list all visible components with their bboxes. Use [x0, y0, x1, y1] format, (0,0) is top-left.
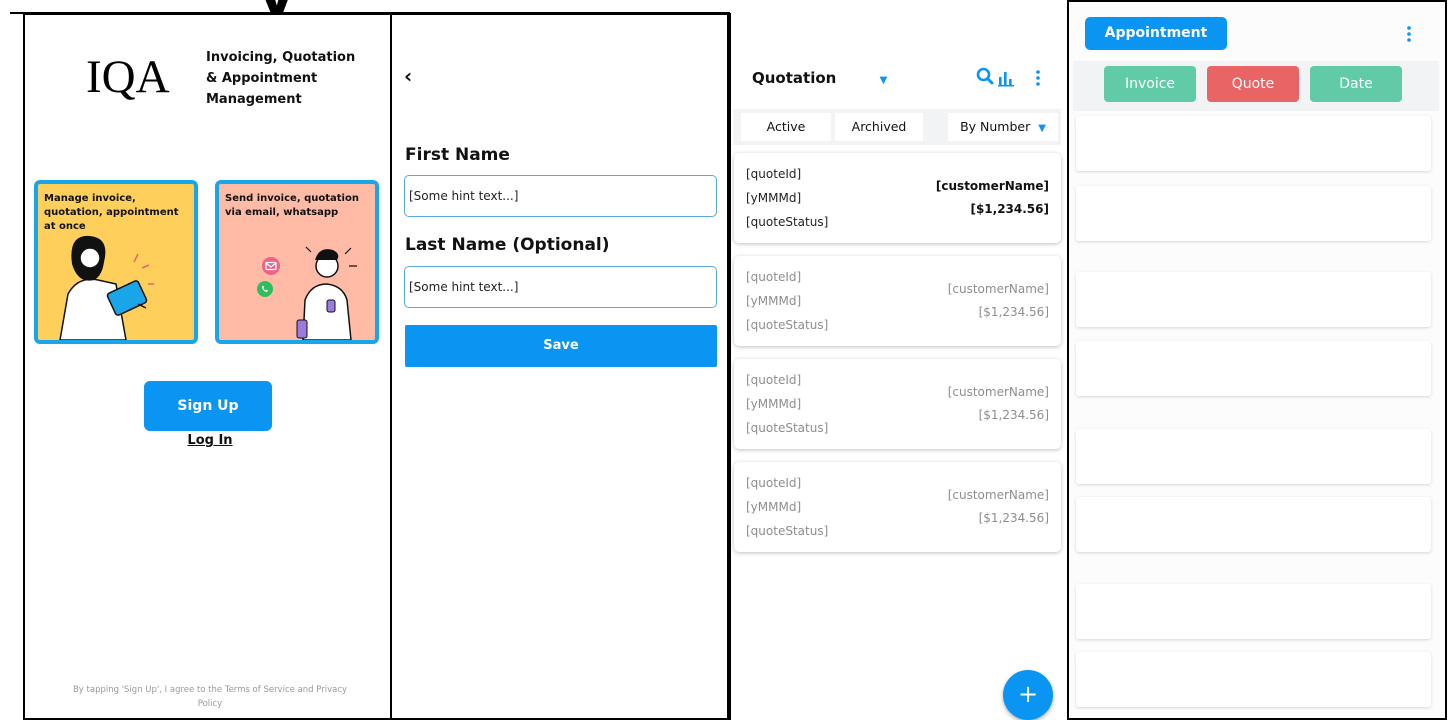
quote-id: [quoteId] — [746, 476, 802, 490]
sign-up-button[interactable]: Sign Up — [144, 381, 272, 431]
appointment-row[interactable] — [1076, 341, 1431, 396]
caret-down-icon: ▼ — [1038, 123, 1046, 134]
appointment-row[interactable] — [1076, 272, 1431, 327]
quote-date: [yMMMd] — [746, 294, 802, 308]
tab-active[interactable]: Active — [741, 113, 831, 141]
more-vert-icon[interactable] — [1405, 25, 1413, 43]
quote-card[interactable]: [quoteId] [yMMMd] [quoteStatus] [custome… — [734, 256, 1061, 346]
quote-status: [quoteStatus] — [746, 421, 829, 435]
quote-amount: [$1,234.56] — [970, 202, 1049, 216]
log-in-link[interactable]: Log In — [180, 433, 240, 448]
quotation-title[interactable]: Quotation ▼ — [752, 69, 887, 87]
quote-customer: [customerName] — [947, 282, 1049, 296]
caret-down-icon: ▼ — [879, 75, 888, 86]
quote-amount: [$1,234.56] — [978, 305, 1049, 319]
quote-status: [quoteStatus] — [746, 215, 829, 229]
feature-card-send: Send invoice, quotation via email, whats… — [215, 180, 379, 344]
quote-amount: [$1,234.56] — [978, 408, 1049, 422]
quote-date: [yMMMd] — [746, 500, 802, 514]
quote-date: [yMMMd] — [746, 397, 802, 411]
tab-quote[interactable]: Quote — [1207, 66, 1299, 102]
quote-status: [quoteStatus] — [746, 318, 829, 332]
appointment-row[interactable] — [1076, 429, 1431, 484]
app-tagline: Invoicing, Quotation & Appointment Manag… — [206, 50, 356, 107]
appointment-row[interactable] — [1076, 652, 1431, 707]
bar-chart-icon[interactable] — [998, 69, 1016, 87]
quote-customer: [customerName] — [947, 385, 1049, 399]
appointment-row[interactable] — [1076, 186, 1431, 241]
email-icon — [262, 257, 280, 275]
quote-customer: [customerName] — [947, 488, 1049, 502]
terms-text: By tapping 'Sign Up', I agree to the Ter… — [72, 685, 348, 709]
appointment-button[interactable]: Appointment — [1085, 17, 1227, 50]
more-vert-icon[interactable] — [1034, 69, 1042, 87]
quote-card[interactable]: [quoteId] [yMMMd] [quoteStatus] [custome… — [734, 462, 1061, 552]
man-phone-illustration — [296, 246, 357, 340]
quotation-title-label: Quotation — [752, 69, 837, 87]
add-quote-button[interactable]: + — [1003, 670, 1053, 720]
appointment-row[interactable] — [1076, 584, 1431, 639]
first-name-label: First Name — [405, 145, 510, 165]
tab-invoice[interactable]: Invoice — [1104, 66, 1196, 102]
app-logo: IQA — [86, 51, 170, 103]
tab-date[interactable]: Date — [1310, 66, 1402, 102]
quote-date: [yMMMd] — [746, 191, 802, 205]
last-name-label: Last Name (Optional) — [405, 235, 610, 255]
whatsapp-icon — [257, 281, 273, 297]
signup-screen — [23, 13, 392, 720]
save-button[interactable]: Save — [405, 325, 717, 367]
quote-status: [quoteStatus] — [746, 524, 829, 538]
first-name-input[interactable] — [404, 175, 717, 217]
woman-tablet-illustration — [59, 235, 154, 340]
quote-id: [quoteId] — [746, 167, 802, 181]
quote-id: [quoteId] — [746, 270, 802, 284]
appointment-row[interactable] — [1076, 497, 1431, 552]
divider — [729, 13, 731, 720]
quote-amount: [$1,234.56] — [978, 511, 1049, 525]
quote-customer: [customerName] — [935, 179, 1049, 193]
feature-card-manage: Manage invoice, quotation, appointment a… — [34, 180, 198, 344]
quote-card[interactable]: [quoteId] [yMMMd] [quoteStatus] [custome… — [734, 153, 1061, 243]
sort-dropdown[interactable]: By Number ▼ — [948, 113, 1058, 141]
last-name-input[interactable] — [404, 266, 717, 308]
tab-archived[interactable]: Archived — [835, 113, 923, 141]
quote-card[interactable]: [quoteId] [yMMMd] [quoteStatus] [custome… — [734, 359, 1061, 449]
search-icon[interactable] — [976, 67, 994, 85]
quote-id: [quoteId] — [746, 373, 802, 387]
feature-card-text: Send invoice, quotation via email, whats… — [225, 193, 359, 218]
appointment-row[interactable] — [1076, 116, 1431, 171]
sort-dropdown-label: By Number — [960, 119, 1031, 134]
chevron-left-icon[interactable]: ‹ — [404, 64, 412, 88]
